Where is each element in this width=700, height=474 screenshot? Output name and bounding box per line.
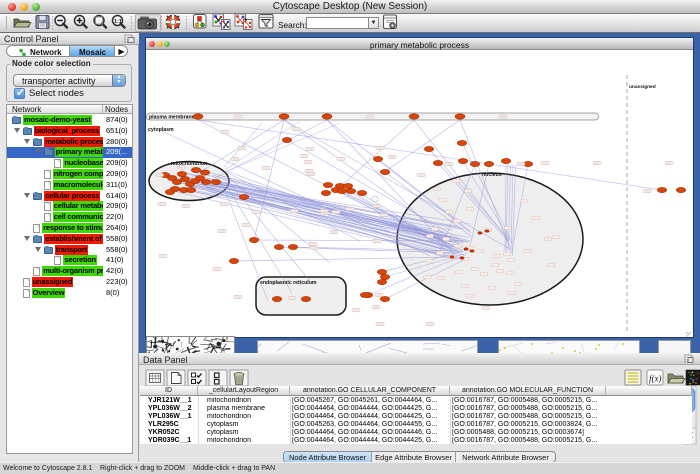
svg-text:mitochondrion: mitochondrion — [171, 161, 207, 167]
svg-text:f(x): f(x) — [649, 374, 662, 384]
svg-text:cytoplasm: cytoplasm — [148, 127, 174, 133]
svg-text:unassigned: unassigned — [629, 84, 656, 90]
svg-text:1:1: 1:1 — [114, 19, 122, 25]
svg-text:endoplasmic reticulum: endoplasmic reticulum — [260, 280, 317, 286]
svg-text:plasma membrane: plasma membrane — [149, 115, 195, 121]
svg-text:nucleus: nucleus — [482, 172, 502, 178]
